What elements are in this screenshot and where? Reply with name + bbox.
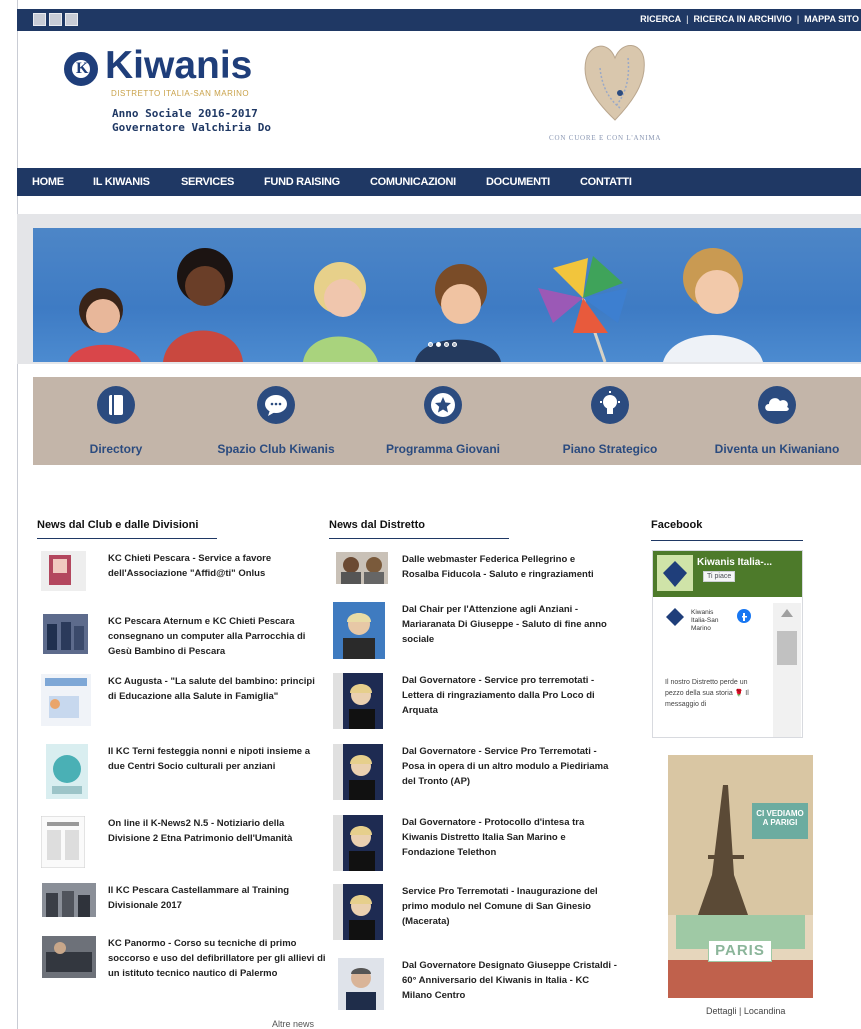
news-thumbnail — [42, 936, 96, 978]
heart-logo-icon — [580, 38, 650, 123]
slider-dots — [428, 342, 457, 347]
slider-dot-active[interactable] — [436, 342, 441, 347]
motto: CON CUORE E CON L'ANIMA — [549, 134, 662, 142]
twitter-icon[interactable] — [49, 13, 62, 26]
news-thumbnail — [41, 551, 86, 591]
news-thumbnail — [46, 744, 88, 799]
nav-il-kiwanis[interactable]: IL KIWANIS — [93, 176, 150, 188]
top-bar: RICERCA | RICERCA IN ARCHIVIO | MAPPA SI… — [17, 9, 861, 31]
facebook-scrollbar[interactable] — [773, 603, 801, 737]
news-thumbnail — [42, 883, 96, 917]
lightbulb-icon — [591, 386, 629, 424]
facebook-icon[interactable] — [33, 13, 46, 26]
nav-fund-raising[interactable]: FUND RAISING — [264, 176, 340, 188]
event-poster[interactable]: CI VEDIAMO A PARIGI PARIS — [668, 755, 813, 998]
slider-dot[interactable] — [428, 342, 433, 347]
more-news-link[interactable]: Altre news — [272, 1019, 314, 1029]
quick-links-bar: Directory Spazio Club Kiwanis Programma … — [33, 377, 861, 465]
poster-headline: CI VEDIAMO A PARIGI — [756, 809, 804, 827]
facebook-logo-icon — [737, 609, 751, 623]
facebook-widget[interactable]: Kiwanis Italia-... Ti piace Kiwanis Ital… — [652, 550, 803, 738]
search-link[interactable]: RICERCA — [640, 14, 681, 24]
nav-contatti[interactable]: CONTATTI — [580, 176, 632, 188]
nav-home[interactable]: HOME — [32, 176, 64, 188]
youtube-icon[interactable] — [65, 13, 78, 26]
quick-link-spazio-club[interactable]: Spazio Club Kiwanis — [201, 377, 351, 465]
quick-link-directory[interactable]: Directory — [41, 377, 191, 465]
news-thumbnail — [43, 614, 88, 654]
cloud-icon — [758, 386, 796, 424]
facebook-like-button[interactable]: Ti piace — [703, 571, 736, 582]
facebook-cover: Kiwanis Italia-... Ti piace — [653, 551, 802, 597]
main-nav: HOME IL KIWANIS SERVICES FUND RAISING CO… — [17, 168, 861, 196]
poster-city-badge: PARIS — [708, 940, 772, 962]
facebook-post-author[interactable]: Kiwanis Italia-San Marino — [691, 609, 731, 633]
book-icon — [97, 386, 135, 424]
chat-bubble-icon — [257, 386, 295, 424]
club-news-title: News dal Club e dalle Divisioni — [37, 519, 199, 531]
kiwanis-emblem-icon[interactable]: K — [64, 52, 98, 86]
quick-link-programma-giovani[interactable]: Programma Giovani — [368, 377, 518, 465]
facebook-post-text: Il nostro Distretto perde un pezzo della… — [665, 679, 749, 708]
archive-search-link[interactable]: RICERCA IN ARCHIVIO — [693, 14, 791, 24]
social-icons — [33, 13, 78, 26]
news-thumbnail — [333, 884, 383, 940]
nav-comunicazioni[interactable]: COMUNICAZIONI — [370, 176, 456, 188]
news-thumbnail — [41, 816, 85, 868]
news-thumbnail — [333, 673, 383, 729]
scroll-up-icon[interactable] — [781, 609, 793, 617]
news-thumbnail — [336, 552, 388, 584]
news-thumbnail — [333, 602, 385, 659]
district-news-rule — [329, 538, 509, 539]
slider-dot[interactable] — [444, 342, 449, 347]
top-links: RICERCA | RICERCA IN ARCHIVIO | MAPPA SI… — [640, 14, 859, 24]
governatore: Governatore Valchiria Do — [112, 121, 271, 134]
star-icon — [424, 386, 462, 424]
slider-dot[interactable] — [452, 342, 457, 347]
district-news-title: News dal Distretto — [329, 519, 425, 531]
nav-services[interactable]: SERVICES — [181, 176, 234, 188]
anno-sociale: Anno Sociale 2016-2017 — [112, 107, 258, 120]
logo-subtitle: DISTRETTO ITALIA-SAN MARINO — [111, 89, 250, 98]
news-thumbnail — [338, 958, 384, 1010]
sitemap-link[interactable]: MAPPA SITO — [804, 14, 859, 24]
scrollbar-thumb[interactable] — [777, 631, 797, 665]
poster-caption-links[interactable]: Dettagli | Locandina — [706, 1006, 785, 1016]
news-thumbnail — [41, 674, 91, 726]
facebook-rule — [651, 540, 803, 541]
nav-documenti[interactable]: DOCUMENTI — [486, 176, 550, 188]
news-thumbnail — [333, 815, 383, 871]
header-info: Anno Sociale 2016-2017 Governatore Valch… — [112, 107, 271, 135]
club-news-rule — [37, 538, 217, 539]
facebook-title: Facebook — [651, 519, 703, 531]
quick-link-diventa-kiwaniano[interactable]: Diventa un Kiwaniano — [702, 377, 852, 465]
news-thumbnail — [333, 744, 383, 800]
kiwanis-diamond-icon — [666, 608, 684, 626]
facebook-page-title[interactable]: Kiwanis Italia-... — [697, 557, 772, 568]
quick-link-piano-strategico[interactable]: Piano Strategico — [535, 377, 685, 465]
site-logo[interactable]: Kiwanis — [105, 44, 252, 88]
